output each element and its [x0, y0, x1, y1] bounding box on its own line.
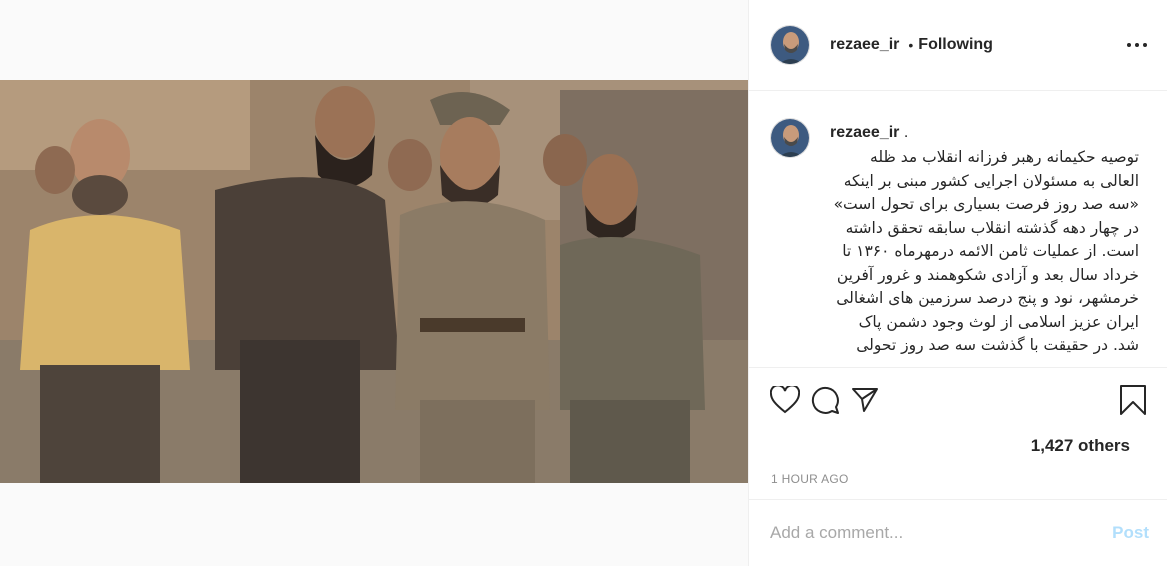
caption-suffix: . [903, 124, 909, 141]
header-username[interactable]: rezaee_ir [830, 36, 899, 54]
media-pane [0, 0, 748, 566]
heart-icon[interactable] [769, 384, 801, 416]
more-options-icon[interactable] [1127, 43, 1147, 47]
comment-form: Post [749, 499, 1167, 566]
actions-section: 1,427 others 1 HOUR AGO [749, 367, 1167, 486]
header-separator: • [908, 37, 914, 53]
bookmark-icon[interactable] [1117, 384, 1149, 416]
share-icon[interactable] [849, 384, 881, 416]
post-comment-button[interactable]: Post [1112, 523, 1149, 543]
caption-avatar[interactable] [770, 118, 810, 158]
caption-username[interactable]: rezaee_ir [830, 124, 899, 142]
action-bar [749, 368, 1167, 432]
caption-text: توصیه حکیمانه رهبر فرزانه انقلاب مد ظله … [833, 148, 1139, 354]
post-timestamp[interactable]: 1 HOUR AGO [749, 472, 1167, 486]
post-photo[interactable] [0, 80, 748, 483]
likes-count[interactable]: 1,427 others [749, 436, 1167, 456]
post-header: rezaee_ir • Following [749, 0, 1167, 91]
caption-body: rezaee_ir . توصیه حکیمانه رهبر فرزانه ان… [830, 118, 1147, 358]
caption-row: rezaee_ir . توصیه حکیمانه رهبر فرزانه ان… [770, 118, 1147, 358]
comments-section[interactable]: rezaee_ir . توصیه حکیمانه رهبر فرزانه ان… [749, 92, 1167, 366]
post-sidebar: rezaee_ir • Following rezaee_ir . توصیه … [748, 0, 1167, 566]
avatar[interactable] [770, 25, 810, 65]
follow-status-button[interactable]: Following [918, 36, 993, 54]
comment-icon[interactable] [809, 384, 841, 416]
comment-input[interactable] [770, 523, 1113, 543]
